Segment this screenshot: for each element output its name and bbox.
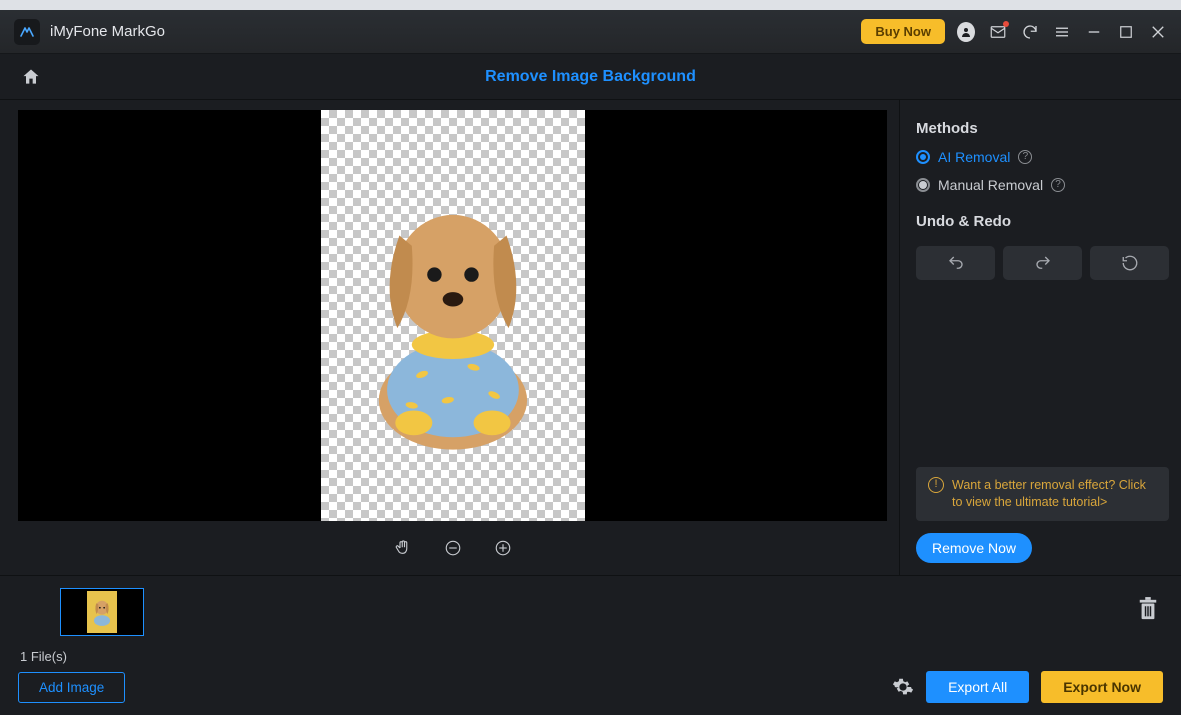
app-title: iMyFone MarkGo xyxy=(50,23,165,40)
info-icon: ! xyxy=(928,477,944,493)
canvas[interactable] xyxy=(18,110,887,521)
zoom-in-icon[interactable] xyxy=(491,536,515,560)
tutorial-text: Want a better removal effect? Click to v… xyxy=(952,477,1157,511)
app-logo xyxy=(14,19,40,45)
method-manual-removal[interactable]: Manual Removal ? xyxy=(916,177,1169,193)
radio-unselected-icon xyxy=(916,178,930,192)
minimize-icon[interactable] xyxy=(1085,23,1103,41)
mail-icon[interactable] xyxy=(989,23,1007,41)
settings-icon[interactable] xyxy=(892,676,914,698)
side-panel: Methods AI Removal ? Manual Removal ? Un… xyxy=(899,100,1181,575)
workspace: Methods AI Removal ? Manual Removal ? Un… xyxy=(0,100,1181,575)
zoom-out-icon[interactable] xyxy=(441,536,465,560)
method-ai-removal[interactable]: AI Removal ? xyxy=(916,149,1169,165)
add-image-button[interactable]: Add Image xyxy=(18,672,125,703)
canvas-toolbar xyxy=(18,521,887,575)
undo-redo-label: Undo & Redo xyxy=(916,213,1169,230)
menu-icon[interactable] xyxy=(1053,23,1071,41)
remove-now-button[interactable]: Remove Now xyxy=(916,533,1032,563)
help-icon[interactable]: ? xyxy=(1051,178,1065,192)
page-title: Remove Image Background xyxy=(14,68,1167,86)
account-icon[interactable] xyxy=(957,23,975,41)
canvas-pane xyxy=(0,100,899,575)
image-preview xyxy=(321,110,585,521)
close-icon[interactable] xyxy=(1149,23,1167,41)
thumbnail-strip xyxy=(18,588,1163,643)
subject-dog xyxy=(350,184,556,452)
maximize-icon[interactable] xyxy=(1117,23,1135,41)
export-now-button[interactable]: Export Now xyxy=(1041,671,1163,703)
export-all-button[interactable]: Export All xyxy=(926,671,1029,703)
methods-label: Methods xyxy=(916,120,1169,137)
ai-removal-label: AI Removal xyxy=(938,149,1010,165)
file-count: 1 File(s) xyxy=(20,649,1163,664)
undo-button[interactable] xyxy=(916,246,995,280)
redo-button[interactable] xyxy=(1003,246,1082,280)
app-window: iMyFone MarkGo Buy Now xyxy=(0,10,1181,715)
refresh-icon[interactable] xyxy=(1021,23,1039,41)
hand-tool-icon[interactable] xyxy=(391,536,415,560)
titlebar: iMyFone MarkGo Buy Now xyxy=(0,10,1181,54)
help-icon[interactable]: ? xyxy=(1018,150,1032,164)
radio-selected-icon xyxy=(916,150,930,164)
bottom-panel: 1 File(s) Add Image Export All Export No… xyxy=(0,575,1181,715)
thumbnail-selected[interactable] xyxy=(60,588,144,636)
tutorial-tip[interactable]: ! Want a better removal effect? Click to… xyxy=(916,467,1169,521)
buy-now-button[interactable]: Buy Now xyxy=(861,19,945,44)
subheader: Remove Image Background xyxy=(0,54,1181,100)
reset-button[interactable] xyxy=(1090,246,1169,280)
delete-button[interactable] xyxy=(1137,596,1159,622)
manual-removal-label: Manual Removal xyxy=(938,177,1043,193)
